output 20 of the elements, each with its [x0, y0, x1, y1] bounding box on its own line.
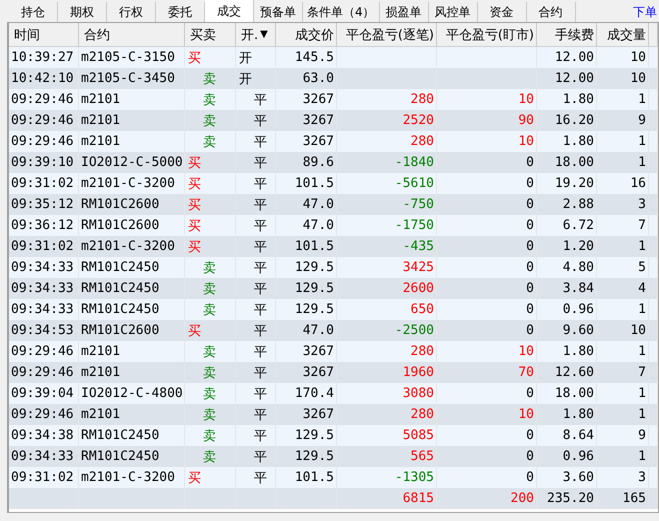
- tab[interactable]: 风控单: [428, 2, 478, 22]
- order-link[interactable]: 下单: [633, 2, 659, 22]
- column-header[interactable]: 时间: [14, 26, 40, 44]
- column-header[interactable]: 平仓盈亏(逐笔): [346, 26, 434, 44]
- table-cell: 6815: [337, 488, 437, 509]
- table-cell: 235.20: [537, 488, 597, 509]
- column-header[interactable]: 合约: [84, 26, 110, 44]
- tab[interactable]: 成交: [205, 0, 254, 22]
- column-header[interactable]: 平仓盈亏(盯市): [446, 26, 534, 44]
- sort-arrow-icon[interactable]: ▼: [260, 29, 268, 40]
- column-header[interactable]: 成交价: [295, 26, 334, 44]
- column-header[interactable]: 成交量: [607, 26, 646, 44]
- tab[interactable]: 合约: [526, 2, 576, 22]
- tab[interactable]: 资金: [478, 2, 527, 22]
- table-cell: 200: [437, 488, 537, 509]
- column-header[interactable]: 开.: [241, 26, 258, 44]
- tab[interactable]: 损盈单: [380, 2, 429, 22]
- column-header[interactable]: 买卖: [190, 26, 216, 44]
- table-cell: 165: [597, 488, 649, 509]
- column-header[interactable]: 手续费: [555, 26, 594, 44]
